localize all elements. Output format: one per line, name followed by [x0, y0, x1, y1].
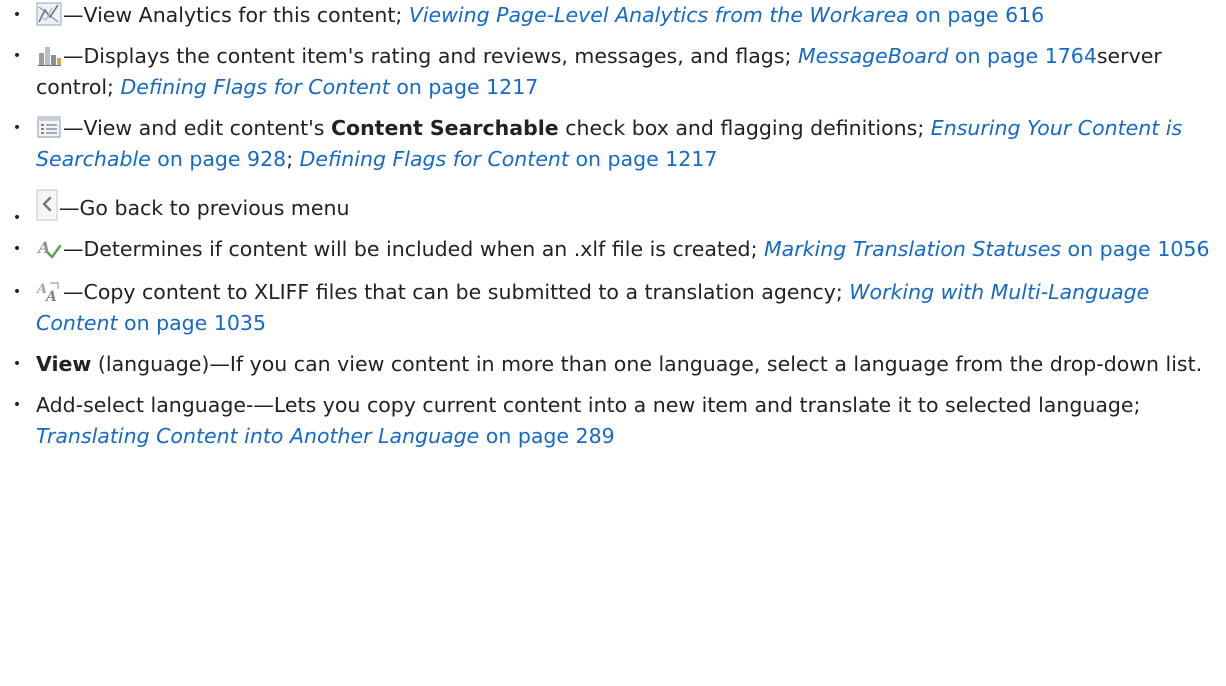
analytics-icon: [36, 2, 62, 26]
properties-list-icon: [36, 115, 62, 139]
xref-link[interactable]: Marking Translation Statuses on page 105…: [764, 237, 1210, 261]
bullet: •: [12, 7, 22, 23]
item-text-after: check box and flagging definitions;: [558, 116, 931, 140]
item-text: —Displays the content item's rating and …: [63, 44, 798, 68]
item-separator: ;: [286, 147, 300, 171]
bullet: •: [12, 284, 22, 300]
xref-link-flags[interactable]: Defining Flags for Content on page 1217: [120, 75, 538, 99]
ui-term: View: [36, 352, 92, 376]
list-item: • Add-select language-—Lets you copy cur…: [0, 390, 1226, 452]
bullet: •: [12, 397, 22, 413]
svg-text:A: A: [44, 289, 57, 303]
item-text: —View and edit content's: [63, 116, 331, 140]
xref-link[interactable]: Viewing Page-Level Analytics from the Wo…: [409, 3, 1044, 27]
list-item: • —View Analytics for this content; View…: [0, 0, 1226, 31]
bullet: •: [12, 48, 22, 64]
item-text: Add-select language-—Lets you copy curre…: [36, 393, 1141, 417]
back-arrow-icon: [36, 189, 58, 221]
document-page: • —View Analytics for this content; View…: [0, 0, 1226, 686]
list-item: • View (language)—If you can view conten…: [0, 349, 1226, 380]
item-text: —View Analytics for this content;: [63, 3, 409, 27]
translation-status-icon: A: [36, 236, 62, 260]
item-text: (language)—If you can view content in mo…: [91, 352, 1203, 376]
bullet: •: [12, 210, 22, 226]
item-text: —Go back to previous menu: [59, 196, 350, 220]
list-item: • —Displays the content item's rating an…: [0, 41, 1226, 103]
bullet: •: [12, 356, 22, 372]
item-text: —Determines if content will be included …: [63, 237, 764, 261]
bullet: •: [12, 120, 22, 136]
list-item: • —Go back to previous menu: [0, 189, 1226, 226]
xref-link-messageboard[interactable]: MessageBoard on page 1764: [798, 44, 1097, 68]
xliff-export-icon: A A: [36, 279, 62, 303]
list-item: • A A —Copy content to XLIFF files that …: [0, 277, 1226, 339]
list-item: • —View and edit content's Content Searc…: [0, 113, 1226, 175]
ui-term: Content Searchable: [330, 116, 559, 140]
bullet: •: [12, 241, 22, 257]
item-text: —Copy content to XLIFF files that can be…: [63, 280, 850, 304]
xref-link[interactable]: Translating Content into Another Languag…: [36, 424, 615, 448]
list-item: • A —Determines if content will be inclu…: [0, 234, 1226, 265]
bar-chart-icon: [36, 43, 62, 67]
xref-link-flags[interactable]: Defining Flags for Content on page 1217: [300, 147, 718, 171]
toolbar-icon-list: • —View Analytics for this content; View…: [0, 0, 1226, 452]
